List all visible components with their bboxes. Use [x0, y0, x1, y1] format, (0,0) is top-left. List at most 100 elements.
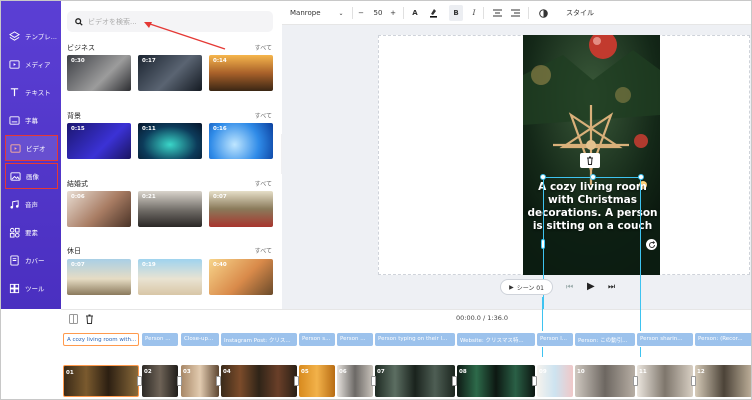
subtitle-icon [9, 115, 20, 125]
line-spacing-icon[interactable] [509, 1, 521, 25]
see-all-link[interactable]: すべて [255, 111, 272, 120]
video-thumbnail[interactable]: 0:14 [209, 55, 273, 91]
clip-thumbnail[interactable]: 09 [537, 365, 573, 397]
trash-icon [587, 156, 593, 165]
increase-size-button[interactable]: + [388, 1, 398, 25]
text-color-icon[interactable]: A [408, 1, 422, 25]
timecode: 00:00.0 / 1:36.0 [456, 314, 509, 322]
clip-handle[interactable] [633, 376, 638, 386]
see-all-link[interactable]: すべて [255, 246, 272, 255]
caption-chip[interactable]: Instagram Post: クリス... [221, 333, 297, 346]
clip-handle[interactable] [216, 376, 221, 386]
style-button[interactable]: スタイル [564, 1, 596, 25]
video-thumbnail[interactable]: 0:15 [67, 123, 131, 159]
clip-thumbnail[interactable]: 12 [695, 365, 751, 397]
rotate-handle[interactable] [646, 239, 657, 250]
chevron-down-icon[interactable]: ⌄ [336, 1, 346, 25]
caption-chip[interactable]: A cozy living room with... [63, 333, 139, 346]
video-thumbnail[interactable]: 0:16 [209, 123, 273, 159]
side-handle[interactable] [541, 239, 545, 249]
clip-handle[interactable] [371, 376, 376, 386]
resize-handle[interactable] [590, 174, 596, 180]
clip-handle[interactable] [452, 376, 457, 386]
sidebar-item-label: 画像 [26, 173, 39, 181]
resize-handle[interactable] [638, 174, 644, 180]
caption-chip[interactable]: Person: (Recor... [695, 333, 751, 346]
divider [483, 7, 484, 19]
split-icon[interactable] [69, 314, 78, 324]
sidebar-item-tools[interactable]: ツール [5, 275, 58, 301]
clip-thumbnail[interactable]: 05 [299, 365, 335, 397]
sidebar-item-video[interactable]: ビデオ [5, 135, 58, 161]
sidebar-item-templates[interactable]: テンプレ... [5, 23, 58, 49]
caption-chip[interactable]: Website: クリスマス特... [457, 333, 535, 346]
scene-play-button[interactable]: ▶ シーン 01 [500, 279, 553, 295]
previous-scene-icon[interactable]: ⏮ [566, 282, 573, 292]
clip-thumbnail[interactable]: 07 [375, 365, 455, 397]
clip-number: 04 [223, 369, 231, 375]
play-button[interactable]: ▶ [587, 281, 595, 292]
sidebar-item-audio[interactable]: 音声 [5, 191, 58, 217]
clip-handle[interactable] [177, 376, 182, 386]
duration-badge: 0:19 [142, 262, 156, 268]
caption-chip[interactable]: Person ... [142, 333, 178, 346]
sidebar-item-media[interactable]: メディア [5, 51, 58, 77]
playhead-line [640, 297, 641, 357]
video-thumbnail[interactable]: 0:40 [209, 259, 273, 295]
canvas-area: A cozy living room with Christmas decora… [282, 25, 751, 309]
see-all-link[interactable]: すべて [255, 179, 272, 188]
caption-chip[interactable]: Person s... [299, 333, 335, 346]
font-name: Manrope [290, 9, 321, 17]
trash-icon[interactable] [85, 314, 94, 324]
clip-thumbnail[interactable]: 02 [142, 365, 178, 397]
music-icon [10, 199, 19, 209]
caption-chip[interactable]: Close-up... [181, 333, 219, 346]
sidebar-item-subtitles[interactable]: 字幕 [5, 107, 58, 133]
video-thumbnail[interactable]: 0:21 [138, 191, 202, 227]
sidebar-item-elements[interactable]: 要素 [5, 219, 58, 245]
clip-thumbnail[interactable]: 04 [221, 365, 297, 397]
clip-thumbnail[interactable]: 01 [63, 365, 139, 397]
clip-thumbnail[interactable]: 11 [637, 365, 693, 397]
video-thumbnail[interactable]: 0:07 [209, 191, 273, 227]
video-thumbnail[interactable]: 0:19 [138, 259, 202, 295]
caption-chip[interactable]: Person: この動引... [575, 333, 635, 346]
italic-button[interactable]: I [468, 1, 480, 25]
clip-thumbnail[interactable]: 08 [457, 365, 535, 397]
caption-chip[interactable]: Person typing on their l... [375, 333, 455, 346]
clip-handle[interactable] [294, 376, 299, 386]
resize-handle[interactable] [540, 174, 546, 180]
duration-badge: 0:07 [71, 262, 85, 268]
caption-chip[interactable]: Person ... [337, 333, 373, 346]
clip-thumbnail[interactable]: 03 [181, 365, 219, 397]
clip-handle[interactable] [532, 376, 537, 386]
clip-number: 02 [144, 369, 152, 375]
category-title: 背景 [67, 112, 81, 120]
delete-element-button[interactable] [580, 153, 600, 168]
scene-label: シーン 01 [516, 284, 544, 292]
sidebar-item-images[interactable]: 画像 [5, 163, 58, 189]
video-thumbnail[interactable]: 0:11 [138, 123, 202, 159]
clip-number: 08 [459, 369, 467, 375]
caption-chip[interactable]: Person l... [537, 333, 573, 346]
clip-number: 03 [183, 369, 191, 375]
video-thumbnail[interactable]: 0:06 [67, 191, 131, 227]
see-all-link[interactable]: すべて [255, 43, 272, 52]
next-scene-icon[interactable]: ⏭ [608, 282, 615, 292]
align-center-icon[interactable] [491, 1, 503, 25]
clip-thumbnail[interactable]: 10 [575, 365, 635, 397]
font-size-value[interactable]: 50 [368, 1, 388, 25]
highlight-color-icon[interactable] [426, 1, 440, 25]
caption-chip[interactable]: Person sharin... [637, 333, 693, 346]
opacity-icon[interactable] [537, 1, 549, 25]
video-thumbnail[interactable]: 0:30 [67, 55, 131, 91]
decrease-size-button[interactable]: − [356, 1, 366, 25]
video-thumbnail[interactable]: 0:07 [67, 259, 131, 295]
clip-thumbnail[interactable]: 06 [337, 365, 373, 397]
video-thumbnail[interactable]: 0:17 [138, 55, 202, 91]
sidebar-item-text[interactable]: テキスト [5, 79, 58, 105]
sidebar-item-cover[interactable]: カバー [5, 247, 58, 273]
sidebar-item-label: テンプレ... [25, 33, 58, 41]
bold-button[interactable]: B [449, 5, 463, 21]
clip-handle[interactable] [691, 376, 696, 386]
